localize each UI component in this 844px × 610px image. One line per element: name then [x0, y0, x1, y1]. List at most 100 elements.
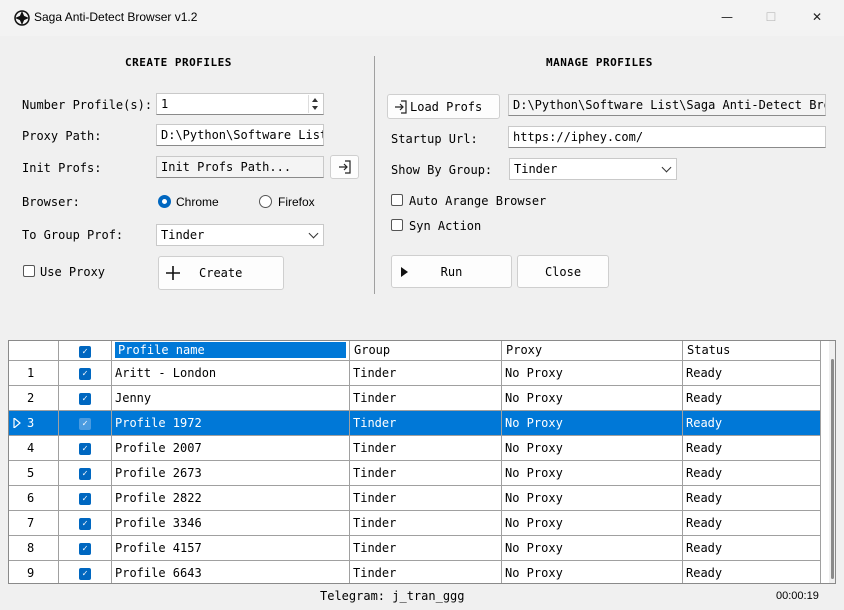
- row-checkbox[interactable]: ✓: [79, 368, 91, 380]
- row-checkbox-cell[interactable]: ✓: [59, 511, 112, 536]
- proxy-cell: No Proxy: [502, 486, 683, 511]
- row-number: 1: [9, 361, 59, 386]
- profile-name-cell: Profile 6643: [112, 561, 350, 583]
- profile-name-cell: Profile 1972: [112, 411, 350, 436]
- table-row[interactable]: 6 ✓ Profile 2822 Tinder No Proxy Ready: [9, 486, 821, 511]
- sign-in-icon: [395, 99, 407, 114]
- group-prof-select[interactable]: Tinder: [156, 224, 324, 246]
- group-cell: Tinder: [350, 436, 502, 461]
- browser-label: Browser:: [22, 195, 80, 209]
- minimize-button[interactable]: —: [704, 0, 750, 34]
- browser-chrome-label: Chrome: [176, 195, 219, 209]
- row-number-text: 2: [27, 391, 35, 405]
- proxy-cell: No Proxy: [502, 386, 683, 411]
- spin-buttons[interactable]: [308, 95, 321, 113]
- group-cell: Tinder: [350, 511, 502, 536]
- timer-text: 00:00:19: [776, 590, 819, 602]
- proxy-path-label: Proxy Path:: [22, 129, 102, 143]
- proxy-cell: No Proxy: [502, 361, 683, 386]
- chevron-down-icon: [308, 228, 319, 239]
- startup-url-label: Startup Url:: [391, 132, 478, 146]
- row-number: 7: [9, 511, 59, 536]
- browser-chrome-radio[interactable]: [158, 195, 171, 208]
- browser-firefox-label: Firefox: [278, 195, 315, 209]
- profile-name-cell: Aritt - London: [112, 361, 350, 386]
- use-proxy-checkbox[interactable]: [23, 265, 35, 277]
- table-row[interactable]: 9 ✓ Profile 6643 Tinder No Proxy Ready: [9, 561, 821, 583]
- spin-arrows-icon: [312, 98, 318, 110]
- proxy-cell: No Proxy: [502, 511, 683, 536]
- init-profs-browse-button[interactable]: [330, 155, 359, 179]
- status-cell: Ready: [683, 536, 821, 561]
- row-checkbox[interactable]: ✓: [79, 518, 91, 530]
- header-rownum: [9, 341, 59, 361]
- close-window-button[interactable]: ✕: [794, 0, 840, 34]
- header-proxy[interactable]: Proxy: [502, 341, 683, 361]
- header-profile-name[interactable]: Profile name: [112, 341, 350, 361]
- profile-name-cell: Profile 4157: [112, 536, 350, 561]
- group-prof-value: Tinder: [161, 228, 205, 242]
- load-path-field[interactable]: D:\Python\Software List\Saga Anti-Detect…: [508, 94, 826, 116]
- row-number-text: 9: [27, 566, 35, 580]
- row-checkbox[interactable]: ✓: [79, 543, 91, 555]
- row-checkbox-cell[interactable]: ✓: [59, 361, 112, 386]
- proxy-path-field[interactable]: D:\Python\Software List: [156, 124, 324, 146]
- table-row[interactable]: 5 ✓ Profile 2673 Tinder No Proxy Ready: [9, 461, 821, 486]
- show-group-select[interactable]: Tinder: [509, 158, 677, 180]
- profiles-grid[interactable]: ✓ Profile name Group Proxy Status 1 ✓ Arit…: [8, 340, 836, 584]
- init-profs-field[interactable]: Init Profs Path...: [156, 156, 324, 178]
- number-profiles-stepper[interactable]: 1: [156, 93, 324, 115]
- show-group-value: Tinder: [514, 162, 558, 176]
- header-status[interactable]: Status: [683, 341, 821, 361]
- group-cell: Tinder: [350, 536, 502, 561]
- browser-firefox-radio[interactable]: [259, 195, 272, 208]
- header-group[interactable]: Group: [350, 341, 502, 361]
- scrollbar-thumb[interactable]: [831, 359, 834, 579]
- table-row[interactable]: 1 ✓ Aritt - London Tinder No Proxy Ready: [9, 361, 821, 386]
- row-checkbox-cell[interactable]: ✓: [59, 536, 112, 561]
- table-row[interactable]: 7 ✓ Profile 3346 Tinder No Proxy Ready: [9, 511, 821, 536]
- row-checkbox[interactable]: ✓: [79, 393, 91, 405]
- status-cell: Ready: [683, 361, 821, 386]
- close-button[interactable]: Close: [517, 255, 609, 288]
- startup-url-input[interactable]: https://iphey.com/: [508, 126, 826, 148]
- run-button[interactable]: Run: [391, 255, 512, 288]
- syn-action-label: Syn Action: [409, 219, 482, 233]
- table-row[interactable]: 3 ✓ Profile 1972 Tinder No Proxy Ready: [9, 411, 821, 436]
- select-all-checkbox[interactable]: ✓: [79, 346, 91, 358]
- table-row[interactable]: 8 ✓ Profile 4157 Tinder No Proxy Ready: [9, 536, 821, 561]
- syn-action-checkbox[interactable]: [391, 219, 403, 231]
- init-profs-label: Init Profs:: [22, 161, 102, 175]
- number-profiles-label: Number Profile(s):: [22, 98, 153, 112]
- row-checkbox-cell[interactable]: ✓: [59, 486, 112, 511]
- proxy-cell: No Proxy: [502, 461, 683, 486]
- row-checkbox-cell[interactable]: ✓: [59, 411, 112, 436]
- row-number-text: 3: [27, 416, 35, 430]
- auto-arrange-checkbox[interactable]: [391, 194, 403, 206]
- header-profile-name-label: Profile name: [115, 342, 346, 358]
- status-cell: Ready: [683, 561, 821, 583]
- create-button-label: Create: [199, 266, 243, 280]
- maximize-button[interactable]: ☐: [748, 0, 794, 34]
- row-checkbox-cell[interactable]: ✓: [59, 386, 112, 411]
- row-checkbox[interactable]: ✓: [79, 468, 91, 480]
- row-checkbox-cell[interactable]: ✓: [59, 436, 112, 461]
- profile-name-cell: Profile 3346: [112, 511, 350, 536]
- row-checkbox[interactable]: ✓: [79, 418, 91, 430]
- load-profs-button[interactable]: Load Profs: [387, 94, 500, 119]
- table-row[interactable]: 2 ✓ Jenny Tinder No Proxy Ready: [9, 386, 821, 411]
- row-checkbox[interactable]: ✓: [79, 493, 91, 505]
- telegram-text: Telegram: j_tran_ggg: [320, 589, 465, 603]
- header-select-all[interactable]: ✓: [59, 341, 112, 361]
- row-number-text: 8: [27, 541, 35, 555]
- row-checkbox-cell[interactable]: ✓: [59, 461, 112, 486]
- row-checkbox-cell[interactable]: ✓: [59, 561, 112, 583]
- group-cell: Tinder: [350, 486, 502, 511]
- row-checkbox[interactable]: ✓: [79, 568, 91, 580]
- status-cell: Ready: [683, 486, 821, 511]
- auto-arrange-label: Auto Arange Browser: [409, 194, 547, 208]
- table-row[interactable]: 4 ✓ Profile 2007 Tinder No Proxy Ready: [9, 436, 821, 461]
- row-checkbox[interactable]: ✓: [79, 443, 91, 455]
- group-cell: Tinder: [350, 461, 502, 486]
- create-button[interactable]: Create: [158, 256, 284, 290]
